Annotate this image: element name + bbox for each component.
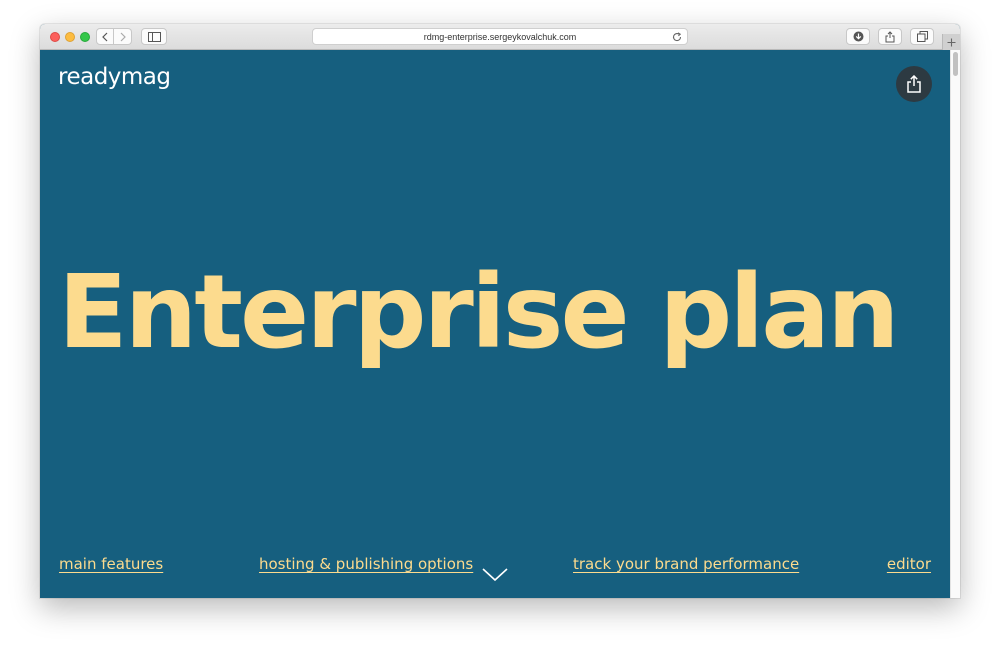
new-tab-button[interactable] [942,34,960,50]
nav-link-hosting-publishing[interactable]: hosting & publishing options [259,555,473,573]
page-scrollbar[interactable] [950,50,960,598]
browser-share-button[interactable] [878,28,902,45]
back-button[interactable] [96,28,114,45]
page-content: readymag Enterprise plan main features h… [40,50,950,598]
tabs-icon [916,31,928,42]
back-icon [102,32,108,41]
readymag-logo[interactable]: readymag [58,64,171,90]
share-button[interactable] [896,66,932,102]
forward-button[interactable] [114,28,132,45]
nav-link-track-brand[interactable]: track your brand performance [573,555,799,573]
page-title: Enterprise plan [58,253,900,372]
forward-icon [120,32,126,41]
sidebar-toggle-button[interactable] [141,28,167,45]
minimize-window-button[interactable] [65,32,75,42]
url-text: rdmg-enterprise.sergeykovalchuk.com [423,31,577,42]
close-window-button[interactable] [50,32,60,42]
browser-toolbar: rdmg-enterprise.sergeykovalchuk.com [40,24,960,50]
plus-icon [947,38,956,46]
chevron-down-icon[interactable] [482,568,508,582]
scrollbar-thumb[interactable] [953,52,958,76]
browser-window: rdmg-enterprise.sergeykovalchuk.com read… [40,24,960,598]
download-icon [853,31,863,42]
nav-link-editor[interactable]: editor [887,555,931,573]
show-tabs-button[interactable] [910,28,934,45]
address-bar[interactable]: rdmg-enterprise.sergeykovalchuk.com [312,28,688,45]
share-icon [885,30,895,42]
downloads-button[interactable] [846,28,870,45]
share-icon [907,75,921,93]
reload-icon[interactable] [672,32,682,42]
maximize-window-button[interactable] [80,32,90,42]
nav-link-main-features[interactable]: main features [59,555,163,573]
sidebar-icon [147,31,161,42]
